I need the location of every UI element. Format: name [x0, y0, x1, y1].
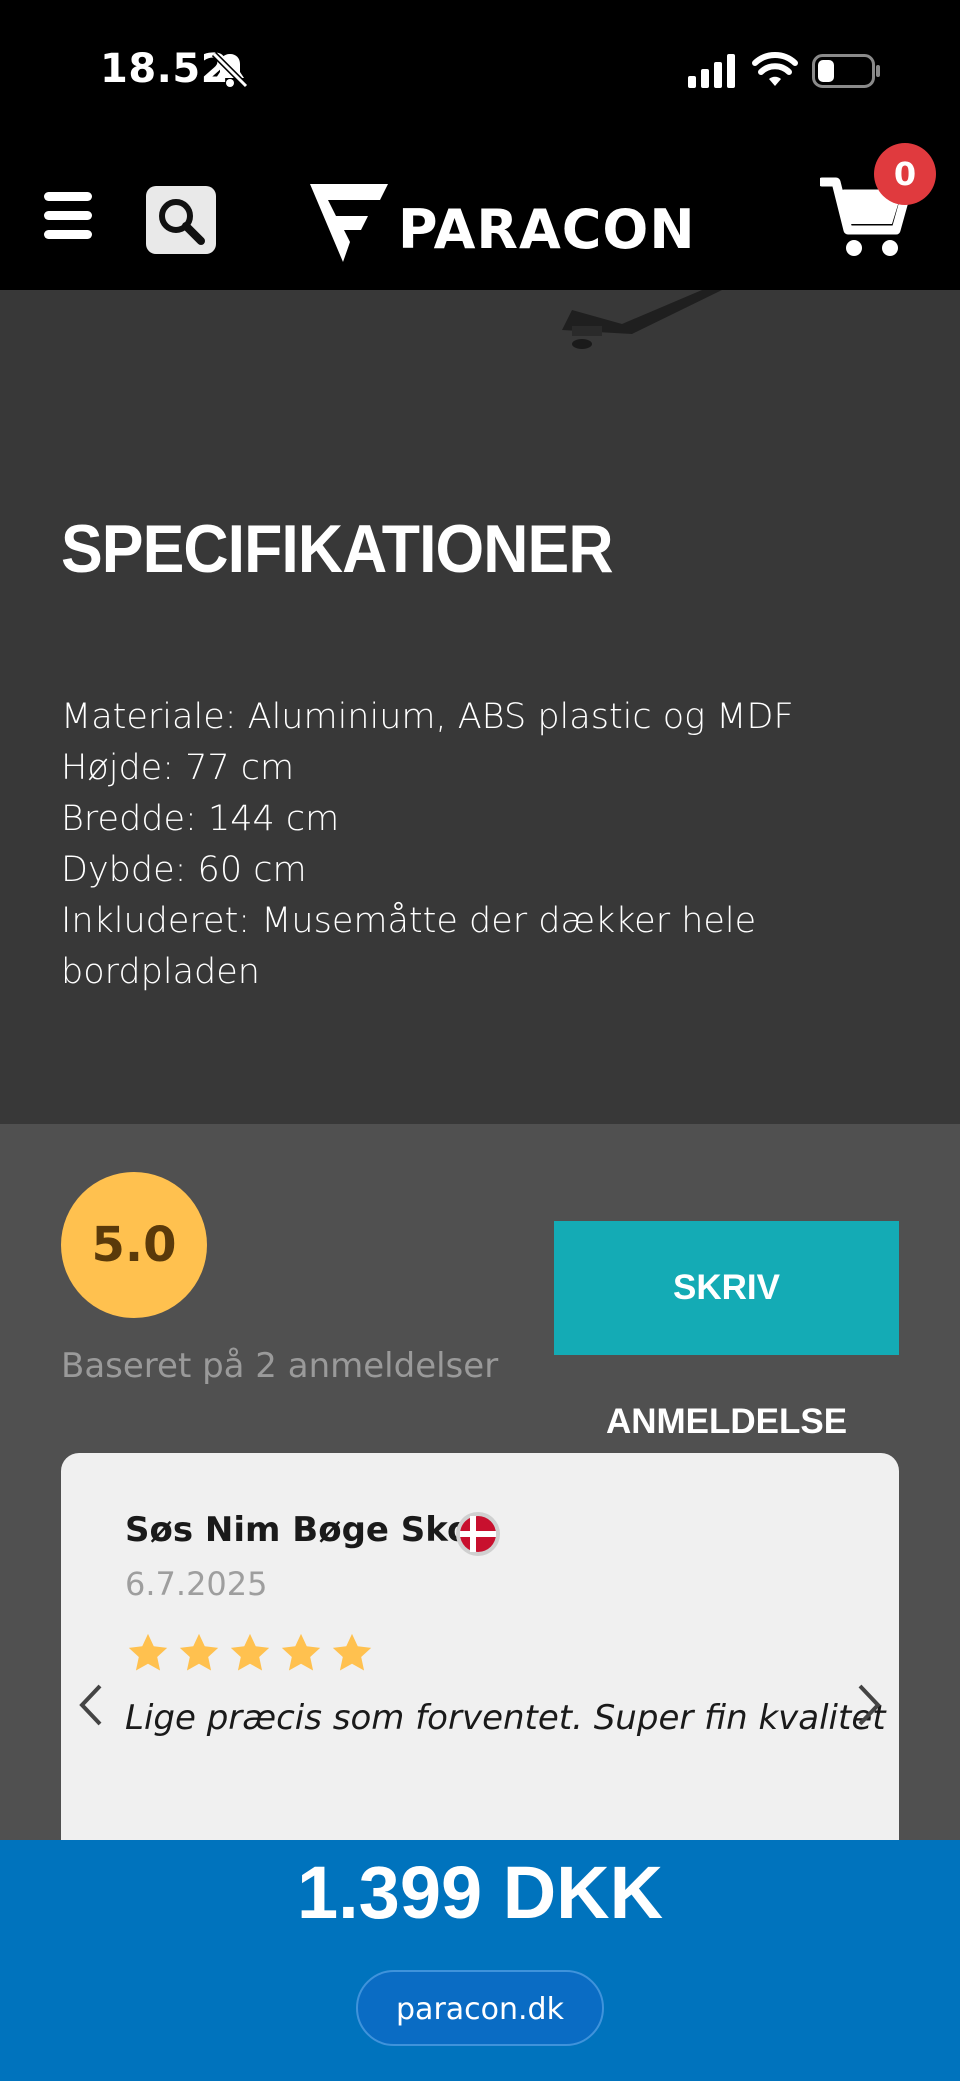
star-icon — [332, 1633, 372, 1671]
signal-icon — [688, 54, 735, 88]
average-rating: 5.0 — [61, 1172, 207, 1318]
wifi-icon — [752, 52, 798, 86]
bell-muted-icon — [211, 51, 249, 89]
specs-list: Materiale: Aluminium, ABS plastic og MDF… — [61, 692, 794, 998]
spec-line: bordpladen — [61, 952, 260, 992]
star-icon — [230, 1633, 270, 1671]
spec-line: Inkluderet: Musemåtte der dækker hele — [61, 901, 757, 941]
url-pill[interactable]: paracon.dk — [356, 1970, 604, 2046]
spec-line: Højde: 77 cm — [61, 748, 295, 788]
status-bar: 18.52 — [0, 0, 960, 140]
star-icon — [128, 1633, 168, 1671]
brand-logo[interactable]: PARACON — [306, 180, 695, 270]
star-icon — [179, 1633, 219, 1671]
search-icon — [159, 199, 205, 245]
product-image — [562, 290, 722, 349]
review-stars — [125, 1630, 380, 1676]
spec-line: Materiale: Aluminium, ABS plastic og MDF — [61, 697, 794, 737]
spec-line: Bredde: 144 cm — [61, 799, 340, 839]
product-price: 1.399 DKK — [296, 1851, 664, 1934]
specs-title: SPECIFIKATIONER — [61, 511, 614, 587]
chevron-left-icon[interactable] — [76, 1680, 106, 1730]
review-count-text: Baseret på 2 anmeldelser — [61, 1346, 499, 1386]
denmark-flag-icon — [456, 1512, 500, 1556]
star-icon — [281, 1633, 321, 1671]
cart-count-badge: 0 — [874, 143, 936, 205]
brand-name: PARACON — [398, 198, 696, 261]
review-date: 6.7.2025 — [125, 1565, 268, 1603]
write-review-button[interactable]: SKRIV ANMELDELSE — [554, 1221, 899, 1441]
reviewer-name: Søs Nim Bøge Skov — [125, 1510, 493, 1550]
battery-icon — [812, 54, 880, 88]
review-text: Lige præcis som forventet. Super fin kva… — [125, 1698, 886, 1738]
spec-line: Dybde: 60 cm — [61, 850, 307, 890]
paracon-logo-icon — [310, 184, 388, 262]
search-button[interactable] — [146, 186, 216, 254]
menu-icon[interactable] — [44, 192, 92, 242]
chevron-right-icon[interactable] — [854, 1680, 884, 1730]
